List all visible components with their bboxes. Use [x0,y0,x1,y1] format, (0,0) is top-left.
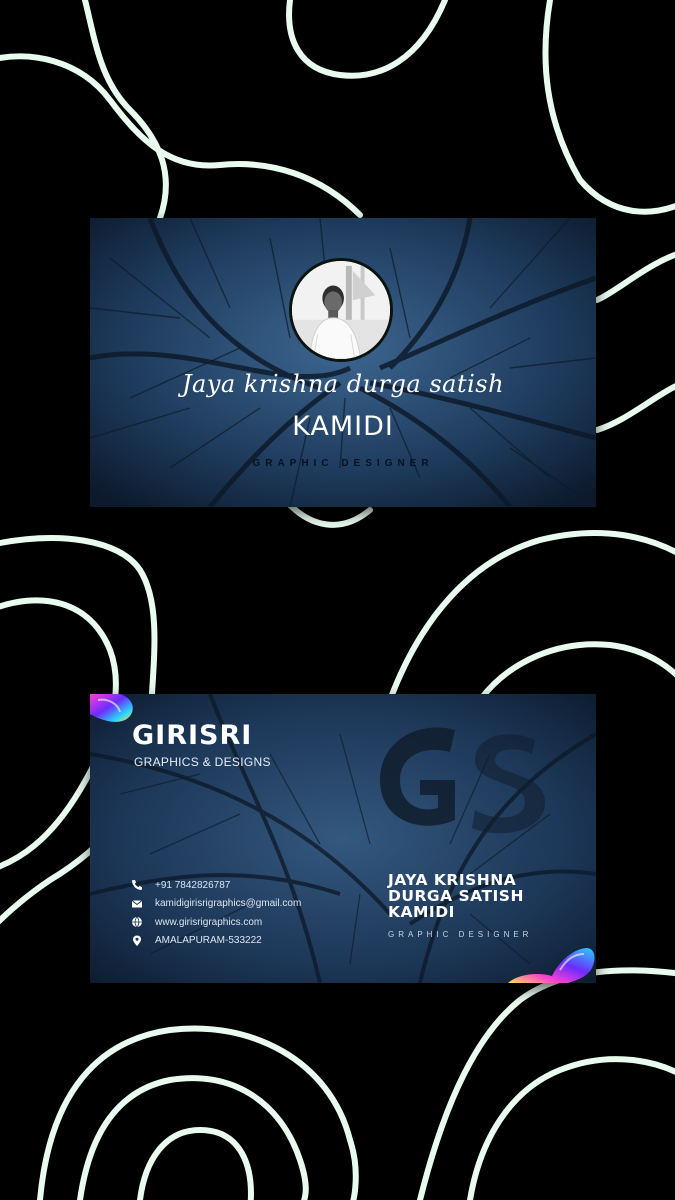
back-name-line-2: DURGA SATISH [388,887,524,905]
business-card-back: GIRISRI GRAPHICS & DESIGNS +91 784282678… [90,694,596,983]
background-squiggles [0,0,675,1200]
contact-address-text: AMALAPURAM-533222 [155,935,262,946]
phone-icon [130,878,144,892]
brand-tagline: GRAPHICS & DESIGNS [134,755,271,769]
brand-name: GIRISRI [132,720,253,751]
contact-list: +91 7842826787 kamidigirisrigraphics@gma… [130,876,301,950]
contact-phone[interactable]: +91 7842826787 [130,876,301,894]
back-name-line-3: KAMIDI [388,903,455,921]
contact-address: AMALAPURAM-533222 [130,932,301,950]
contact-website-text: www.girisrigraphics.com [155,916,263,928]
contact-website[interactable]: www.girisrigraphics.com [130,913,301,931]
back-name-line-1: JAYA KRISHNA [388,871,517,889]
contact-email-text: kamidigirisrigraphics@gmail.com [155,898,302,909]
front-surname: KAMIDI [292,411,394,442]
gs-logo-watermark [380,727,545,834]
profile-photo [289,258,393,362]
person-photo-icon [292,261,390,359]
holographic-blob-top-left [90,694,133,722]
front-role: GRAPHIC DESIGNER [252,458,434,469]
front-name: Jaya krishna durga satish [181,370,505,398]
holographic-blob-bottom-right [508,948,595,983]
contact-phone-text: +91 7842826787 [155,879,231,891]
location-pin-icon [130,934,144,948]
globe-icon [130,915,144,929]
business-card-front: Jaya krishna durga satish KAMIDI GRAPHIC… [90,218,596,507]
mail-icon [130,897,144,911]
back-name: JAYA KRISHNA DURGA SATISH KAMIDI [388,872,588,920]
back-role: GRAPHIC DESIGNER [388,930,533,939]
contact-email[interactable]: kamidigirisrigraphics@gmail.com [130,895,301,913]
